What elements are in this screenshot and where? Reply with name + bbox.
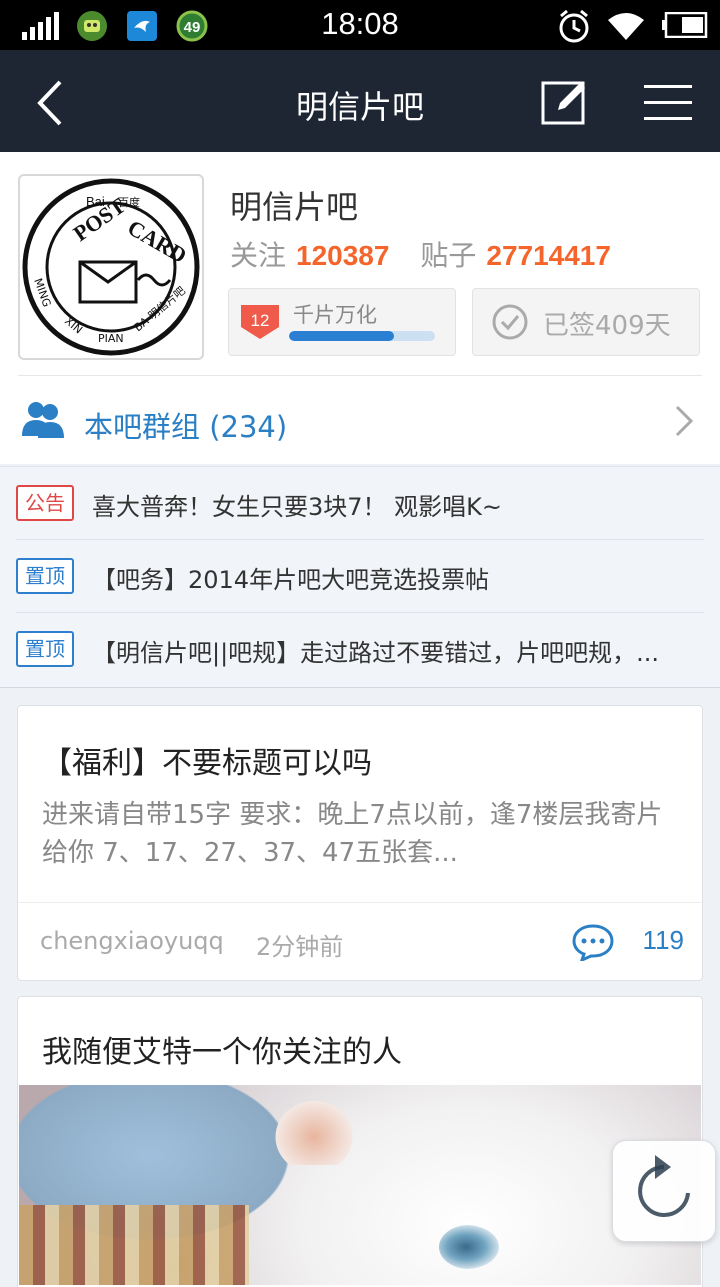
follow-label: 关注 — [230, 239, 287, 272]
svg-text:XIN: XIN — [62, 314, 85, 336]
member-level[interactable]: 12 千片万化 — [228, 288, 456, 356]
reply-count: 119 — [642, 925, 684, 955]
level-name: 千片万化 — [293, 303, 377, 327]
chevron-right-icon — [675, 405, 694, 437]
svg-text:BA·明信片吧: BA·明信片吧 — [132, 284, 188, 334]
post-meta: chengxiaoyuqq 2分钟前 119 — [18, 902, 702, 981]
posts-label: 贴子 — [420, 239, 477, 272]
follow-count: 120387 — [296, 240, 390, 271]
svg-text:12: 12 — [251, 311, 270, 330]
group-label: 本吧群组 (234) — [84, 410, 288, 444]
post-author[interactable]: chengxiaoyuqq — [40, 927, 224, 955]
notice-tag: 公告 — [16, 485, 74, 521]
post-title: 我随便艾特一个你关注的人 — [42, 1035, 402, 1070]
notice-tag: 置顶 — [16, 631, 74, 667]
refresh-button[interactable] — [612, 1140, 716, 1242]
sign-in-button[interactable]: 已签409天 — [472, 288, 700, 356]
battery-icon — [662, 12, 708, 38]
nav-bar: 明信片吧 — [0, 50, 720, 152]
postcard-seal-icon: Bai 百度 POST CARD MING XIN PIAN BA·明信片吧 — [22, 178, 200, 356]
page-title: 明信片吧 — [295, 88, 424, 126]
wifi-icon — [608, 13, 644, 40]
post-card[interactable]: 【福利】不要标题可以吗 进来请自带15字 要求：晚上7点以前，逢7楼层我寄片给你… — [17, 705, 703, 981]
level-progress-fill — [289, 331, 395, 341]
menu-button[interactable] — [642, 76, 696, 130]
post-image-detail — [269, 1095, 359, 1165]
forum-name: 明信片吧 — [230, 188, 359, 226]
notice-item[interactable]: 公告 喜大普奔！女生只要3块7！ 观影唱K~ — [0, 467, 720, 540]
level-progress-bar — [289, 331, 435, 341]
forum-logo[interactable]: Bai 百度 POST CARD MING XIN PIAN BA·明信片吧 — [18, 174, 204, 360]
forum-stats: 关注 120387 贴子 27714417 — [230, 234, 611, 274]
group-icon — [22, 402, 64, 438]
notice-text: 【吧务】2014年片吧大吧竞选投票帖 — [92, 566, 490, 594]
post-card[interactable]: 我随便艾特一个你关注的人 — [17, 996, 703, 1287]
notice-item[interactable]: 置顶 【明信片吧||吧规】走过路过不要错过，片吧吧规，... — [0, 613, 720, 686]
post-image-detail — [439, 1225, 499, 1269]
level-badge-icon: 12 — [241, 305, 279, 339]
post-image[interactable] — [19, 1085, 701, 1285]
compose-button[interactable] — [538, 76, 592, 130]
notice-text: 喜大普奔！女生只要3块7！ 观影唱K~ — [92, 493, 503, 521]
alarm-icon — [559, 9, 589, 43]
refresh-icon — [638, 1155, 690, 1217]
notice-tag: 置顶 — [16, 558, 74, 594]
post-image-detail — [19, 1205, 249, 1285]
forum-header: Bai 百度 POST CARD MING XIN PIAN BA·明信片吧 明… — [0, 152, 720, 464]
post-title: 【福利】不要标题可以吗 — [42, 746, 372, 781]
check-circle-icon — [492, 304, 528, 340]
status-bar: 49 18:08 — [0, 0, 720, 50]
forum-groups-row[interactable]: 本吧群组 (234) — [0, 376, 720, 464]
post-excerpt: 进来请自带15字 要求：晚上7点以前，逢7楼层我寄片给你 7、17、27、37、… — [42, 800, 663, 868]
notice-list: 公告 喜大普奔！女生只要3块7！ 观影唱K~ 置顶 【吧务】2014年片吧大吧竞… — [0, 466, 720, 688]
posts-count: 27714417 — [486, 240, 611, 271]
notice-text: 【明信片吧||吧规】走过路过不要错过，片吧吧规，... — [92, 639, 660, 667]
svg-text:PIAN: PIAN — [98, 332, 124, 345]
comment-icon — [572, 924, 614, 961]
notice-item[interactable]: 置顶 【吧务】2014年片吧大吧竞选投票帖 — [0, 540, 720, 613]
post-time: 2分钟前 — [256, 933, 344, 961]
signed-days: 已签409天 — [543, 311, 671, 341]
